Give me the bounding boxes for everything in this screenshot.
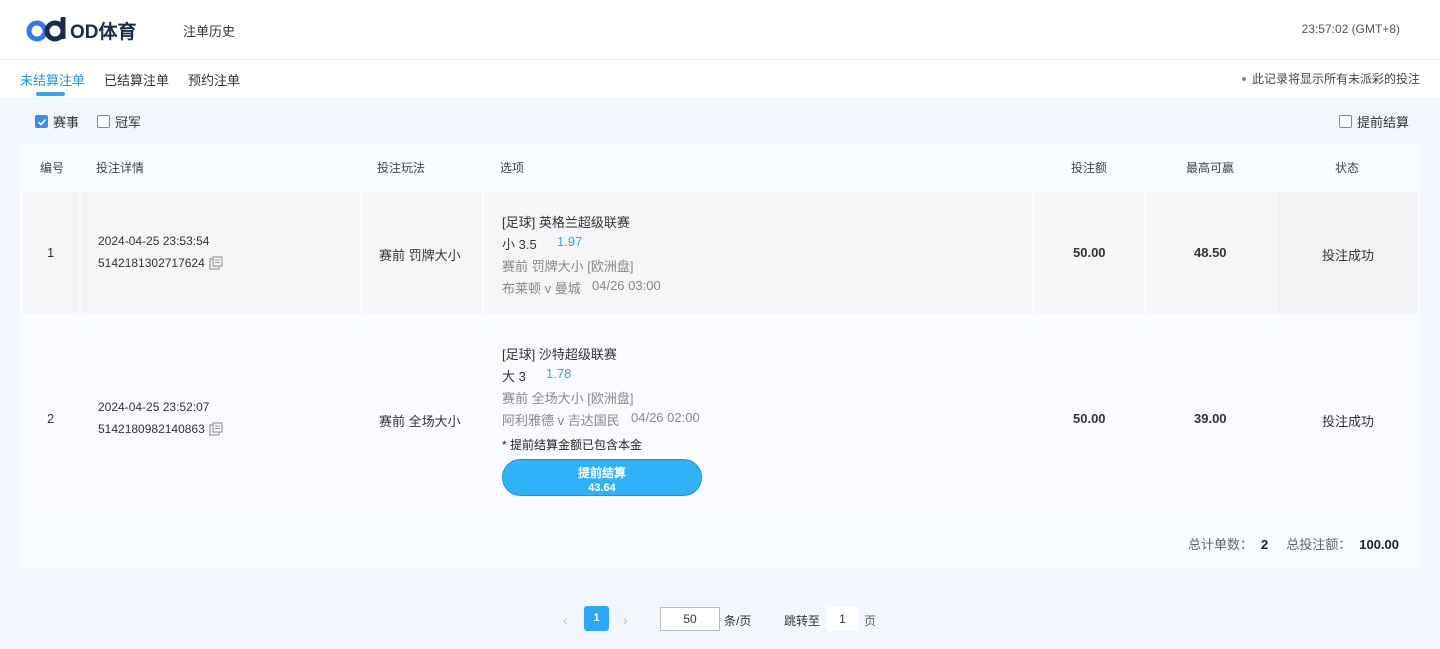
- bet-stake: 50.00: [1073, 411, 1106, 426]
- page-size-unit: 条/页: [724, 614, 752, 628]
- col-header-details: 投注详情: [96, 161, 145, 175]
- bet-match: 布莱顿 v 曼城: [502, 281, 581, 296]
- bet-match-time: 04/26 03:00: [592, 278, 661, 293]
- bet-max-win: 39.00: [1194, 411, 1227, 426]
- bet-odds: 1.97: [557, 234, 583, 249]
- filter-champion-label: 冠军: [115, 115, 142, 130]
- bet-id: 5142181302717624: [98, 256, 223, 271]
- logo[interactable]: OD体育: [26, 15, 137, 45]
- col-header-status: 状态: [1335, 161, 1360, 175]
- cashout-button[interactable]: 提前结算 43.64: [502, 459, 702, 496]
- filter-match-checkbox[interactable]: 赛事: [35, 112, 79, 131]
- bet-stake: 50.00: [1073, 245, 1106, 260]
- tab-settled[interactable]: 已结算注单: [104, 70, 169, 89]
- bet-league: [足球] 英格兰超级联赛: [502, 215, 630, 230]
- pagination: ‹ 1 › 50 条/页 跳转至 1 页: [0, 606, 1440, 632]
- total-count-value: 2: [1260, 537, 1269, 552]
- bet-max-win: 48.50: [1194, 245, 1227, 260]
- tab-note-text: 此记录将显示所有未派彩的投注: [1251, 72, 1420, 86]
- table-row: 2 2024-04-25 23:52:07 5142180982140863 赛…: [20, 323, 1420, 514]
- cashout-button-label: 提前结算: [577, 466, 626, 480]
- copy-icon[interactable]: [209, 422, 223, 436]
- tab-reserved[interactable]: 预约注单: [188, 70, 240, 89]
- col-header-play: 投注玩法: [377, 161, 426, 175]
- cashout-note: * 提前结算金额已包含本金: [502, 438, 643, 452]
- cashout-amount: 43.64: [588, 482, 616, 494]
- bet-id: 5142180982140863: [98, 422, 223, 437]
- bet-status: 投注成功: [1322, 414, 1375, 429]
- total-stake-label: 总投注额：: [1286, 537, 1352, 552]
- checkbox-icon[interactable]: [97, 115, 110, 128]
- logo-icon: [26, 17, 66, 42]
- bet-market: 赛前 全场大小 [欧洲盘]: [502, 391, 634, 406]
- filter-champion-checkbox[interactable]: 冠军: [97, 112, 141, 131]
- tab-note: 此记录将显示所有未派彩的投注: [1241, 70, 1420, 87]
- bet-datetime: 2024-04-25 23:52:07: [98, 400, 210, 414]
- logo-text: OD体育: [70, 21, 137, 43]
- bet-match-time: 04/26 02:00: [631, 410, 700, 425]
- page-button-current[interactable]: 1: [584, 606, 609, 631]
- bet-market: 赛前 罚牌大小 [欧洲盘]: [502, 259, 634, 274]
- page-size-input[interactable]: 50: [660, 607, 720, 631]
- col-header-no: 编号: [40, 161, 65, 175]
- copy-icon[interactable]: [209, 256, 223, 270]
- jump-label: 跳转至: [784, 614, 821, 628]
- bet-tabs: 未结算注单 已结算注单 预约注单 此记录将显示所有未派彩的投注: [0, 60, 1440, 97]
- filter-cashout-label: 提前结算: [1357, 115, 1410, 130]
- bet-selection: 小 3.5: [502, 237, 537, 252]
- table-header: 编号 投注详情 投注玩法 选项 投注额 最高可赢 状态: [20, 144, 1420, 188]
- bet-league: [足球] 沙特超级联赛: [502, 347, 617, 362]
- bets-table-card: 编号 投注详情 投注玩法 选项 投注额 最高可赢 状态 1 2024-04-25…: [20, 144, 1420, 568]
- col-header-max-win: 最高可赢: [1186, 161, 1235, 175]
- bet-id-text: 5142180982140863: [98, 422, 205, 436]
- top-bar: OD体育 注单历史 23:57:02 (GMT+8): [0, 0, 1440, 60]
- jump-page-input[interactable]: 1: [827, 607, 858, 631]
- bet-status: 投注成功: [1322, 248, 1375, 263]
- bet-play: 赛前 罚牌大小: [379, 248, 461, 263]
- checkbox-icon[interactable]: [1339, 115, 1352, 128]
- col-header-stake: 投注额: [1071, 161, 1108, 175]
- bet-datetime: 2024-04-25 23:53:54: [98, 234, 210, 248]
- bet-odds: 1.78: [546, 366, 572, 381]
- bullet-icon: [1241, 76, 1246, 81]
- row-number: 2: [47, 411, 55, 426]
- bet-play: 赛前 全场大小: [379, 414, 461, 429]
- tab-unsettled[interactable]: 未结算注单: [20, 70, 85, 89]
- nav-bet-history[interactable]: 注单历史: [183, 21, 235, 40]
- clock: 23:57:02 (GMT+8): [1301, 22, 1400, 36]
- filter-match-label: 赛事: [53, 115, 80, 130]
- active-tab-indicator: [36, 92, 65, 96]
- bet-match: 阿利雅德 v 吉达国民: [502, 413, 620, 428]
- prev-page-icon[interactable]: ‹: [563, 612, 568, 628]
- bet-selection: 大 3: [502, 369, 526, 384]
- col-header-selection: 选项: [500, 161, 525, 175]
- total-stake-value: 100.00: [1359, 537, 1399, 552]
- jump-unit: 页: [864, 614, 877, 628]
- checkbox-checked-icon[interactable]: [35, 115, 48, 128]
- filter-cashout-checkbox[interactable]: 提前结算: [1339, 112, 1409, 131]
- bet-id-text: 5142181302717624: [98, 256, 205, 270]
- filter-bar: 赛事 冠军 提前结算: [0, 97, 1440, 142]
- next-page-icon[interactable]: ›: [623, 612, 628, 628]
- row-number: 1: [47, 245, 55, 260]
- table-row: 1 2024-04-25 23:53:54 5142181302717624 赛…: [20, 192, 1420, 314]
- total-count-label: 总计单数：: [1187, 537, 1253, 552]
- table-summary: 总计单数： 2 总投注额： 100.00: [1188, 534, 1399, 553]
